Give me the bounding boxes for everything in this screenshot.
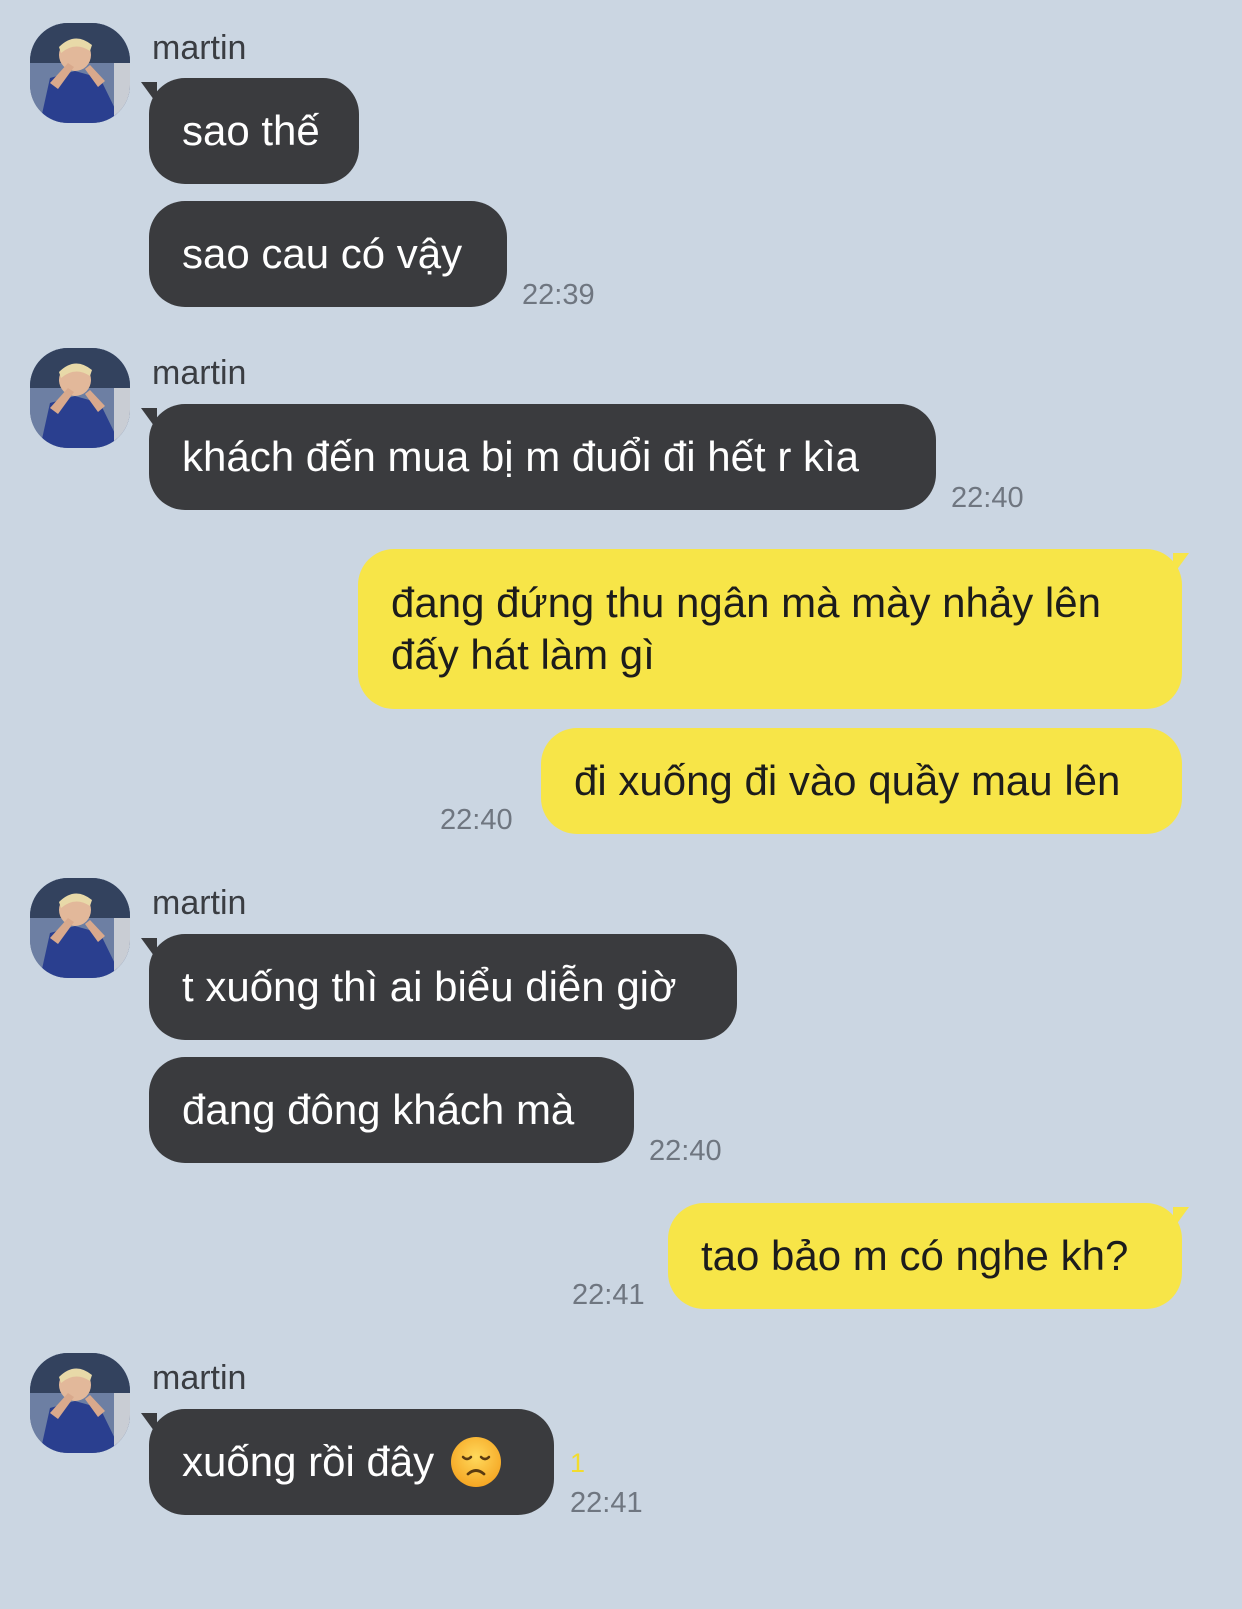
incoming-message-bubble[interactable]: xuống rồi đây <box>149 1409 554 1515</box>
avatar[interactable] <box>30 878 130 978</box>
message-text: khách đến mua bị m đuổi đi hết r kìa <box>182 433 860 480</box>
profile-photo-icon <box>30 348 130 448</box>
message-text: đang đông khách mà <box>182 1086 575 1133</box>
message-text: t xuống thì ai biểu diễn giờ <box>182 963 677 1010</box>
profile-photo-icon <box>30 23 130 123</box>
profile-photo-icon <box>30 878 130 978</box>
avatar[interactable] <box>30 348 130 448</box>
avatar[interactable] <box>30 23 130 123</box>
message-text: đi xuống đi vào quầy mau lên <box>574 757 1121 804</box>
unread-count: 1 <box>570 1448 586 1478</box>
profile-photo-icon <box>30 1353 130 1453</box>
sender-name: martin <box>152 884 247 922</box>
message-text: tao bảo m có nghe kh? <box>701 1232 1129 1279</box>
sender-name: martin <box>152 1359 247 1397</box>
outgoing-message-bubble[interactable]: đi xuống đi vào quầy mau lên <box>541 728 1182 834</box>
incoming-message-bubble[interactable]: khách đến mua bị m đuổi đi hết r kìa <box>149 404 936 510</box>
outgoing-message-bubble[interactable]: đang đứng thu ngân mà mày nhảy lên đấy h… <box>358 549 1182 709</box>
message-timestamp: 22:41 <box>572 1279 645 1311</box>
message-timestamp: 22:40 <box>951 482 1024 514</box>
message-timestamp: 22:41 <box>570 1487 643 1519</box>
message-timestamp: 22:40 <box>440 804 513 836</box>
avatar[interactable] <box>30 1353 130 1453</box>
message-timestamp: 22:39 <box>522 279 595 311</box>
disappointed-face-icon <box>451 1437 502 1487</box>
incoming-message-bubble[interactable]: sao thế <box>149 78 359 184</box>
message-text: đang đứng thu ngân mà mày nhảy lên đấy h… <box>391 579 1101 678</box>
incoming-message-bubble[interactable]: t xuống thì ai biểu diễn giờ <box>149 934 737 1040</box>
incoming-message-bubble[interactable]: sao cau có vậy <box>149 201 507 307</box>
message-text: sao cau có vậy <box>182 230 463 277</box>
outgoing-message-bubble[interactable]: tao bảo m có nghe kh? <box>668 1203 1182 1309</box>
sender-name: martin <box>152 29 247 67</box>
message-timestamp: 22:40 <box>649 1135 722 1167</box>
sender-name: martin <box>152 354 247 392</box>
message-text: xuống rồi đây <box>182 1438 435 1485</box>
message-text: sao thế <box>182 107 320 154</box>
incoming-message-bubble[interactable]: đang đông khách mà <box>149 1057 634 1163</box>
